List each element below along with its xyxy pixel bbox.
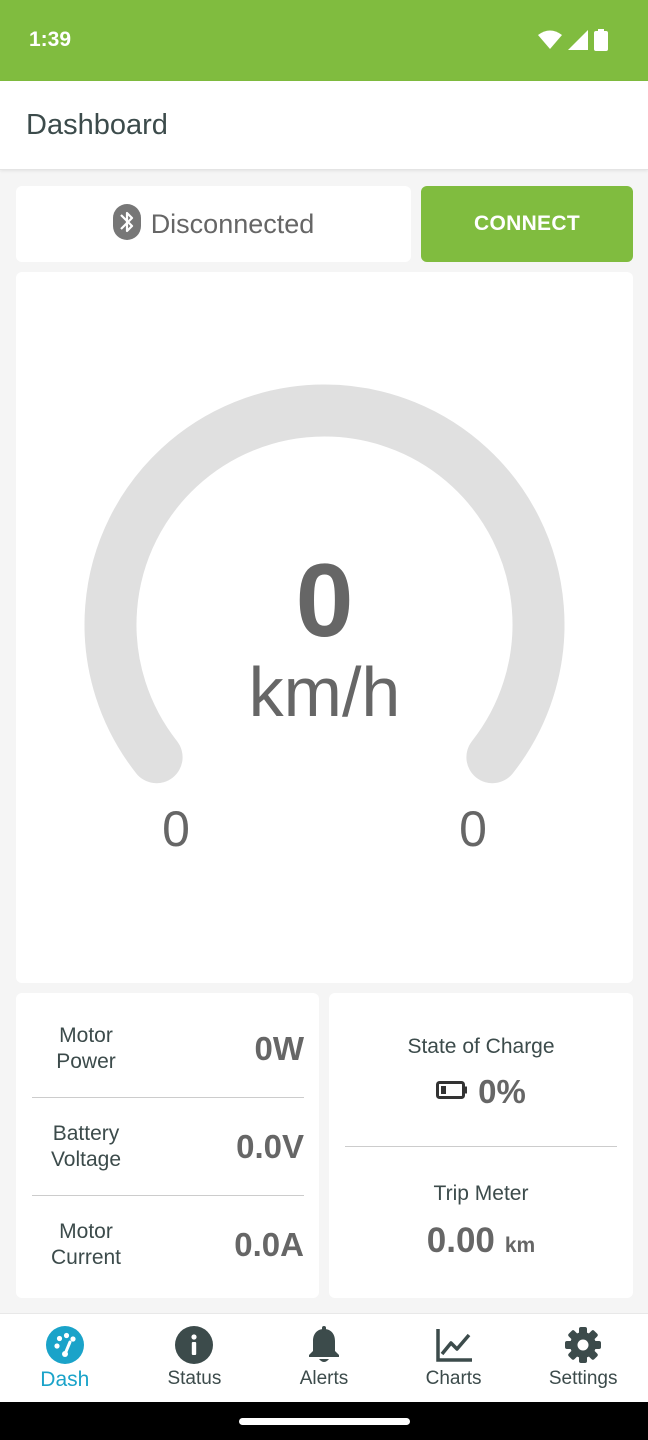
speed-gauge-card: 0 km/h 0 0: [16, 272, 633, 983]
info-icon: [175, 1326, 214, 1364]
dashboard-icon: [45, 1326, 84, 1364]
nav-item-status[interactable]: Status: [130, 1314, 260, 1403]
metric-row-motor-power: Motor Power 0W: [32, 1000, 304, 1098]
connection-status-card: Disconnected: [16, 186, 411, 262]
nav-label: Alerts: [299, 1368, 349, 1389]
battery-icon: [594, 29, 608, 56]
nav-label: Charts: [425, 1368, 482, 1389]
connect-button[interactable]: CONNECT: [421, 186, 633, 262]
nav-item-settings[interactable]: Settings: [518, 1314, 648, 1403]
metric-value: 0.0V: [236, 1128, 304, 1165]
gear-icon: [564, 1326, 602, 1364]
battery-empty-icon: [436, 1080, 468, 1104]
connection-status-text: Disconnected: [150, 208, 315, 239]
trip-meter-label: Trip Meter: [433, 1182, 529, 1205]
metric-value: 0W: [254, 1030, 305, 1067]
nav-label: Status: [167, 1368, 222, 1389]
speed-unit: km/h: [248, 653, 401, 731]
nav-label: Settings: [548, 1368, 618, 1389]
charge-trip-card: State of Charge 0% Trip Meter 0.00 km: [329, 993, 633, 1298]
nav-label: Dash: [40, 1368, 90, 1391]
bluetooth-icon: [112, 203, 141, 245]
app-bar: Dashboard: [0, 81, 648, 170]
card-divider: [345, 1146, 617, 1147]
home-gesture-handle[interactable]: [239, 1418, 410, 1425]
metric-value: 0.0A: [234, 1226, 304, 1263]
nav-item-alerts[interactable]: Alerts: [259, 1314, 389, 1403]
gauge-max-label: 0: [459, 801, 487, 857]
metric-label: Motor Power: [56, 1024, 116, 1073]
chart-icon: [435, 1326, 473, 1364]
system-navigation-bar: [0, 1402, 648, 1440]
wifi-icon: [538, 30, 562, 55]
metric-row-battery-voltage: Battery Voltage 0.0V: [32, 1098, 304, 1196]
trip-meter-row: 0.00 km: [329, 1221, 633, 1261]
metric-label: Motor Current: [50, 1220, 122, 1269]
metrics-card: Motor Power 0W Battery Voltage 0.0V Moto…: [16, 993, 319, 1298]
trip-meter-unit: km: [504, 1234, 536, 1257]
status-time: 1:39: [29, 28, 72, 51]
metric-row-motor-current: Motor Current 0.0A: [32, 1196, 304, 1294]
trip-meter-value: 0.00: [426, 1221, 495, 1260]
bell-icon: [307, 1326, 341, 1364]
bottom-navigation: Dash Status Alerts Charts Settings: [0, 1313, 648, 1403]
state-of-charge-label: State of Charge: [407, 1035, 555, 1058]
state-of-charge-value: 0%: [478, 1073, 526, 1110]
metric-label: Battery Voltage: [50, 1122, 122, 1171]
state-of-charge-row: 0%: [329, 1073, 633, 1111]
status-icons: [538, 29, 608, 56]
nav-item-charts[interactable]: Charts: [389, 1314, 519, 1403]
nav-item-dash[interactable]: Dash: [0, 1314, 130, 1403]
speed-value: 0: [295, 543, 354, 659]
status-bar: 1:39: [0, 0, 648, 81]
cell-signal-icon: [568, 30, 588, 55]
gauge-min-label: 0: [162, 801, 190, 857]
page-title: Dashboard: [26, 109, 168, 141]
